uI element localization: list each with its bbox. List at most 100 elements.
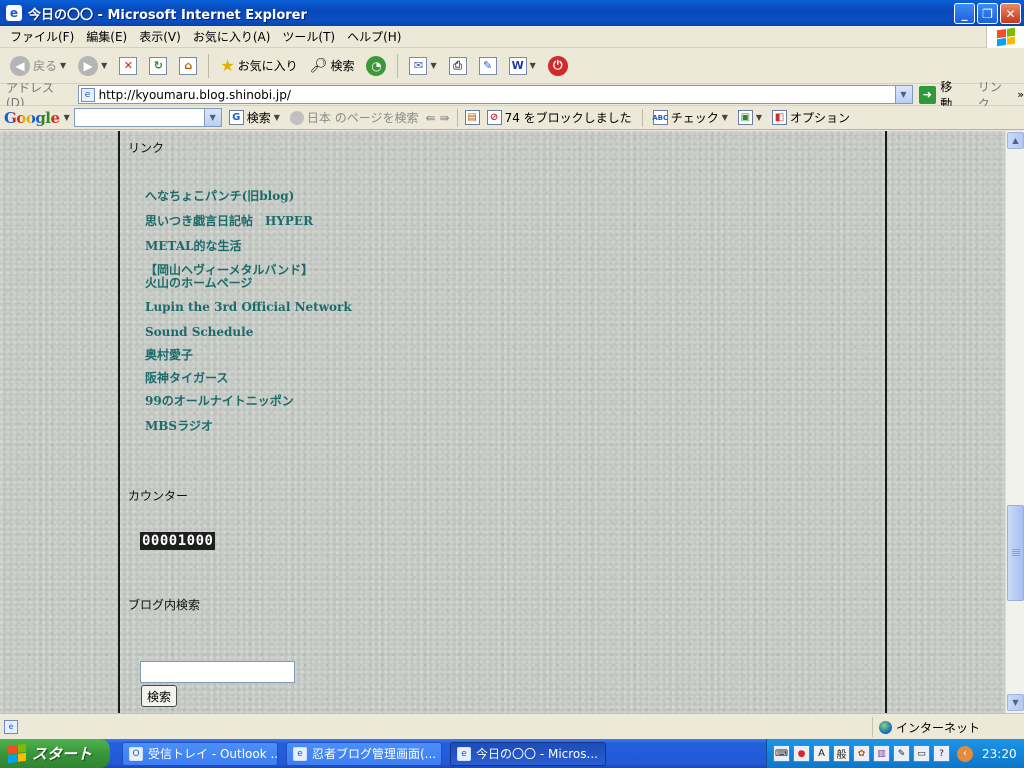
forward-button[interactable]: ▶ ▼ <box>74 52 111 80</box>
vertical-scrollbar[interactable]: ▲ ▼ <box>1005 131 1024 713</box>
spellcheck-icon: ABC <box>652 110 668 125</box>
search-button[interactable]: 🔎︎ 検索 <box>306 52 359 80</box>
address-input[interactable]: e http://kyoumaru.blog.shinobi.jp/ ▼ <box>77 85 913 104</box>
ie-task-icon: e <box>293 746 307 761</box>
back-dropdown-icon[interactable]: ▼ <box>60 61 66 70</box>
autofill-dropdown-icon[interactable]: ▼ <box>756 113 762 122</box>
clock: 23:20 <box>982 746 1017 761</box>
blog-search-button[interactable]: 検索 <box>141 685 178 707</box>
mail-button[interactable]: ✉ ▼ <box>405 52 440 80</box>
back-label: 戻る <box>33 59 58 73</box>
toolbar-separator <box>641 108 643 127</box>
help-icon[interactable]: ? <box>933 745 950 762</box>
link-omoitsuki-diary[interactable]: 思いつき戯言日記帖 HYPER <box>145 215 313 228</box>
close-button[interactable]: ✕ <box>1000 3 1021 24</box>
outlook-icon: O <box>129 746 143 761</box>
blog-search-title: ブログ内検索 <box>128 598 201 612</box>
google-search-dropdown-icon[interactable]: ▼ <box>203 109 221 126</box>
link-kazan-homepage[interactable]: 【岡山ヘヴィーメタルバンド】火山のホームページ <box>145 264 315 290</box>
link-99-all-night-nippon[interactable]: 99のオールナイトニッポン <box>145 395 294 408</box>
blog-search-input[interactable] <box>140 661 295 683</box>
word-button[interactable]: W ▼ <box>505 52 540 80</box>
spell-check-button[interactable]: ABC チェック ▼ <box>650 109 731 126</box>
mail-dropdown-icon[interactable]: ▼ <box>430 61 436 70</box>
page-search-button[interactable]: 日本 のページを検索 <box>287 109 422 126</box>
autofill-button[interactable]: ▣ ▼ <box>735 110 765 125</box>
links-chevron-icon[interactable]: » <box>1017 88 1024 101</box>
link-okumura-aiko[interactable]: 奥村愛子 <box>145 349 193 362</box>
google-search-options-icon[interactable]: ▼ <box>274 113 280 122</box>
news-icon[interactable]: ▤ <box>464 110 480 125</box>
history-icon: ◔ <box>366 55 387 76</box>
refresh-button[interactable]: ↻ <box>145 52 171 80</box>
start-label: スタート <box>32 745 93 763</box>
print-button[interactable]: ⎙ <box>445 52 471 80</box>
scroll-down-arrow-icon[interactable]: ▼ <box>1007 694 1024 711</box>
task-current-ie[interactable]: e 今日の〇〇 - Micros... <box>450 741 606 766</box>
link-sound-schedule[interactable]: Sound Schedule <box>145 326 253 339</box>
back-arrow-icon: ◀ <box>10 55 30 76</box>
column-border-left <box>118 131 120 713</box>
google-g-icon: G <box>228 110 244 125</box>
favorites-button[interactable]: ★ お気に入り <box>216 52 301 80</box>
standard-toolbar: ◀ 戻る ▼ ▶ ▼ ✕ ↻ ⌂ ★ お気に入り 🔎︎ 検索 ◔ ✉ ▼ ⎙ ✎… <box>0 48 1024 84</box>
options-button[interactable]: ◧ オプション <box>769 109 853 126</box>
ime-mode-icon[interactable]: A <box>813 745 830 762</box>
spell-check-dropdown-icon[interactable]: ▼ <box>722 113 728 122</box>
stop-button[interactable]: ✕ <box>115 52 141 80</box>
link-hanshin-tigers[interactable]: 阪神タイガース <box>145 372 228 385</box>
scroll-up-arrow-icon[interactable]: ▲ <box>1007 132 1024 149</box>
menu-edit[interactable]: 編集(E) <box>80 28 133 45</box>
link-henachoko-punch[interactable]: へなちょこパンチ(旧blog) <box>145 190 294 203</box>
google-logo[interactable]: Google <box>4 109 60 127</box>
maximize-button[interactable]: ❐ <box>977 3 998 24</box>
task-outlook[interactable]: O 受信トレイ - Outlook ... <box>122 741 278 766</box>
input-pad-icon[interactable]: ▭ <box>913 745 930 762</box>
word-dropdown-icon[interactable]: ▼ <box>530 61 536 70</box>
menu-favorites[interactable]: お気に入り(A) <box>187 28 277 45</box>
go-arrow-icon: ➜ <box>918 85 937 104</box>
history-button[interactable]: ◔ <box>362 52 390 80</box>
menu-view[interactable]: 表示(V) <box>133 28 187 45</box>
pen-icon[interactable]: ✎ <box>893 745 910 762</box>
link-mbs-radio[interactable]: MBSラジオ <box>145 420 213 433</box>
menu-help[interactable]: ヘルプ(H) <box>341 28 407 45</box>
options-label: オプション <box>790 111 851 125</box>
edit-button[interactable]: ✎ <box>475 52 501 80</box>
dictionary-icon[interactable]: ▥ <box>873 745 890 762</box>
home-button[interactable]: ⌂ <box>175 52 201 80</box>
task-ninja-blog-admin[interactable]: e 忍者ブログ管理画面(... <box>286 741 442 766</box>
back-button[interactable]: ◀ 戻る ▼ <box>6 52 70 80</box>
link-lupin-official[interactable]: Lupin the 3rd Official Network <box>145 301 352 314</box>
google-search-button[interactable]: G 検索 ▼ <box>226 109 283 126</box>
google-search-label: 検索 <box>246 111 271 125</box>
search-icon: 🔎︎ <box>309 57 328 74</box>
link-metal-life[interactable]: METAL的な生活 <box>145 240 241 253</box>
address-dropdown-icon[interactable]: ▼ <box>894 86 912 103</box>
start-button[interactable]: スタート <box>0 739 110 768</box>
edit-page-icon: ✎ <box>478 56 497 75</box>
highlight-icon[interactable]: ⇛ <box>440 111 450 125</box>
google-menu-dropdown-icon[interactable]: ▼ <box>64 113 70 122</box>
popup-blocker-button[interactable]: ⊘ 74 をブロックしました <box>484 109 635 126</box>
forward-dropdown-icon[interactable]: ▼ <box>101 61 107 70</box>
ime-conversion-icon[interactable]: 般 <box>833 745 850 762</box>
popup-blocked-label: 74 をブロックしました <box>504 111 632 125</box>
power-icon: ⏻ <box>547 55 568 76</box>
google-search-input[interactable]: ▼ <box>73 108 222 127</box>
minimize-button[interactable]: _ <box>954 3 975 24</box>
menu-tools[interactable]: ツール(T) <box>276 28 341 45</box>
menu-file[interactable]: ファイル(F) <box>4 28 80 45</box>
ime-options-icon[interactable]: ✿ <box>853 745 870 762</box>
stop-icon: ✕ <box>119 56 138 75</box>
address-url[interactable]: http://kyoumaru.blog.shinobi.jp/ <box>99 88 291 102</box>
scrollbar-thumb[interactable] <box>1007 505 1024 601</box>
tray-expand-icon[interactable]: ‹ <box>957 745 973 762</box>
power-button[interactable]: ⏻ <box>544 52 572 80</box>
window-title-bar[interactable]: e 今日の〇〇 - Microsoft Internet Explorer _ … <box>0 0 1024 26</box>
keyboard-icon[interactable]: ⌨ <box>773 745 790 762</box>
page-icon: e <box>80 87 95 102</box>
up-level-icon[interactable]: ⇚ <box>425 111 435 125</box>
ime-pen-icon[interactable]: ● <box>793 745 810 762</box>
security-zone[interactable]: インターネット <box>872 717 980 737</box>
